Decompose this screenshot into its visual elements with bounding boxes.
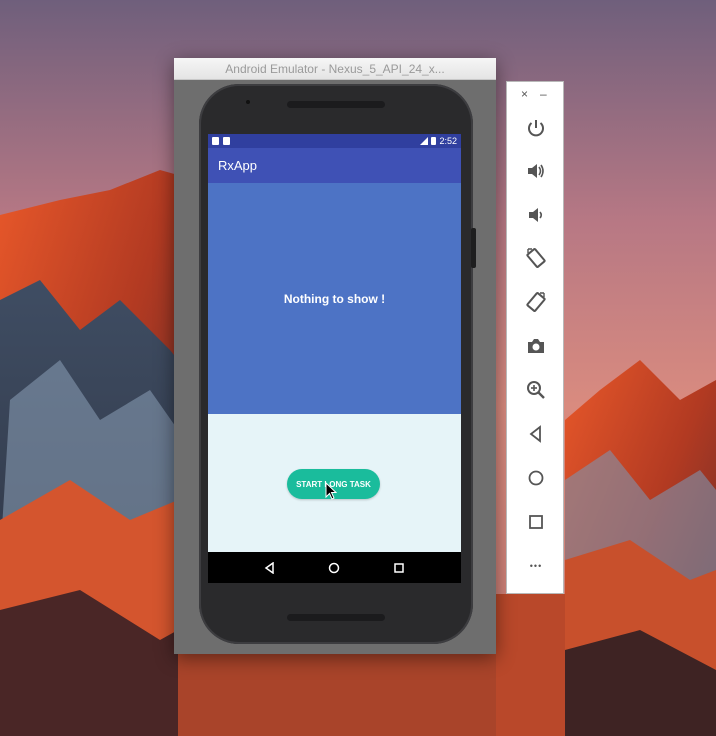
minimize-button[interactable]: – xyxy=(540,87,547,101)
zoom-icon xyxy=(527,381,545,399)
app-title: RxApp xyxy=(218,158,258,173)
rotate-left-button[interactable] xyxy=(524,246,548,270)
home-nav-icon[interactable] xyxy=(328,562,340,574)
rotate-left-icon xyxy=(526,248,546,268)
android-nav-bar xyxy=(208,552,461,583)
volume-down-button[interactable] xyxy=(524,203,548,227)
rotate-right-icon xyxy=(526,292,546,312)
front-camera xyxy=(246,100,250,104)
app-bar: RxApp xyxy=(208,148,461,183)
battery-icon xyxy=(431,137,437,145)
bottom-speaker xyxy=(287,614,385,621)
back-button[interactable] xyxy=(524,422,548,446)
overview-icon xyxy=(529,515,543,529)
overview-button[interactable] xyxy=(524,510,548,534)
home-button[interactable] xyxy=(524,466,548,490)
emulator-window: Android Emulator - Nexus_5_API_24_x... 2… xyxy=(174,58,496,654)
more-button[interactable]: ••• xyxy=(524,554,548,578)
emulator-control-panel: × – ••• xyxy=(506,81,564,594)
power-icon xyxy=(528,120,544,137)
more-icon: ••• xyxy=(529,561,543,571)
zoom-button[interactable] xyxy=(524,378,548,402)
mouse-cursor-icon xyxy=(325,482,337,500)
side-button xyxy=(471,228,476,268)
overview-nav-icon[interactable] xyxy=(393,562,405,574)
status-time: 2:52 xyxy=(439,136,457,146)
status-bar: 2:52 xyxy=(208,134,461,148)
device-screen: 2:52 RxApp Nothing to show ! START LONG … xyxy=(208,134,461,583)
screenshot-button[interactable] xyxy=(524,334,548,358)
close-button[interactable]: × xyxy=(521,87,528,101)
rotate-right-button[interactable] xyxy=(524,290,548,314)
volume-up-button[interactable] xyxy=(524,159,548,183)
volume-down-icon xyxy=(529,208,543,222)
message-text: Nothing to show ! xyxy=(283,291,386,306)
home-icon xyxy=(528,470,544,486)
notification-icon xyxy=(212,137,219,145)
window-title[interactable]: Android Emulator - Nexus_5_API_24_x... xyxy=(174,58,496,80)
phone-frame: 2:52 RxApp Nothing to show ! START LONG … xyxy=(199,84,476,644)
back-nav-icon[interactable] xyxy=(264,561,276,574)
camera-icon xyxy=(528,339,544,353)
top-speaker xyxy=(287,101,385,108)
back-icon xyxy=(529,425,541,443)
signal-icon xyxy=(420,137,429,145)
power-button[interactable] xyxy=(524,116,548,140)
notification-icon xyxy=(223,137,230,145)
action-panel: START LONG TASK xyxy=(208,414,461,552)
message-panel: Nothing to show ! xyxy=(208,183,461,414)
volume-up-icon xyxy=(528,164,544,178)
